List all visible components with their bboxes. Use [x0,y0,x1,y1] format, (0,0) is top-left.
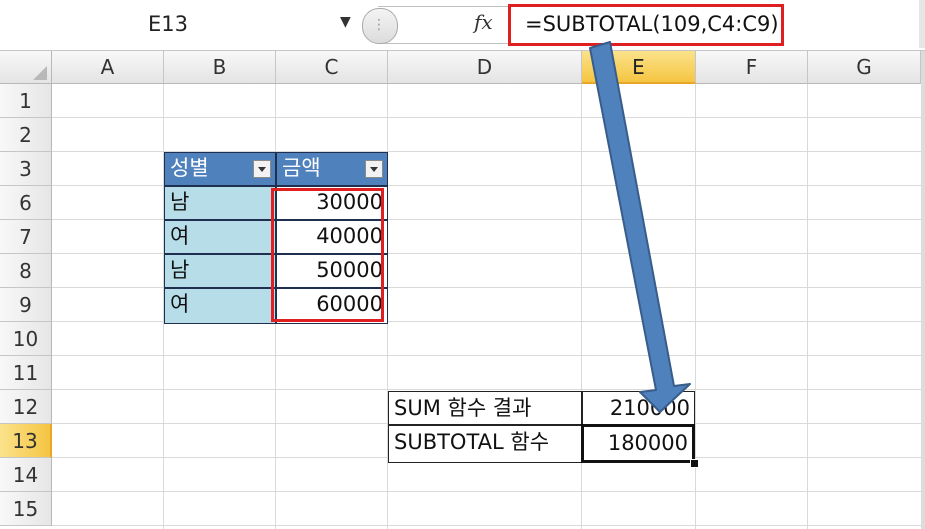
dots-icon: ⋮ [372,17,386,33]
amount-highlight-box [271,188,384,322]
row-header-3[interactable]: 3 [0,152,52,186]
row-header-7[interactable]: 7 [0,220,52,254]
row-header-10[interactable]: 10 [0,322,52,356]
gridline [52,389,921,390]
row-header-9[interactable]: 9 [0,288,52,322]
row-header-12[interactable]: 12 [0,390,52,424]
column-header-d[interactable]: D [388,51,582,84]
table-header-amount-label: 금액 [282,156,321,180]
filter-dropdown-icon[interactable] [253,160,271,178]
row-header-14[interactable]: 14 [0,458,52,492]
chevron-down-icon[interactable]: ▼ [340,14,351,30]
table-cell-gender[interactable]: 여 [164,288,276,324]
row-header-6[interactable]: 6 [0,186,52,220]
gridline [52,491,921,492]
gridline [807,84,808,529]
sum-value-cell[interactable]: 210000 [582,391,695,425]
name-box-value: E13 [148,12,188,36]
column-header-e[interactable]: E [582,51,696,84]
row-header-15[interactable]: 15 [0,492,52,526]
table-cell-gender[interactable]: 남 [164,186,276,220]
select-all-triangle-icon [33,66,47,80]
name-box[interactable]: E13 ▼ [0,0,360,48]
table-cell-gender[interactable]: 여 [164,220,276,254]
subtotal-value-cell-selected[interactable]: 180000 [581,424,695,463]
formula-bar: E13 ▼ ⋮ fx =SUBTOTAL(109,C4:C9) [0,0,925,51]
filter-dropdown-icon[interactable] [365,160,383,178]
column-header-b[interactable]: B [164,51,276,84]
table-header-amount[interactable]: 금액 [276,152,388,186]
vertical-scrollbar[interactable] [921,51,925,529]
arrow-shape [589,41,691,413]
column-header-a[interactable]: A [52,51,164,84]
column-header-f[interactable]: F [696,51,808,84]
formula-bar-edge [919,0,925,48]
formula-input[interactable]: =SUBTOTAL(109,C4:C9) [508,4,784,46]
formula-text: =SUBTOTAL(109,C4:C9) [525,12,779,36]
table-cell-gender[interactable]: 남 [164,254,276,288]
row-header-1[interactable]: 1 [0,84,52,118]
select-all-corner[interactable] [0,51,52,84]
table-header-gender[interactable]: 성별 [164,152,276,186]
column-header-g[interactable]: G [808,51,921,84]
expand-namebox-button[interactable]: ⋮ [362,8,398,44]
gridline [52,525,921,526]
fill-handle[interactable] [690,459,699,468]
table-header-gender-label: 성별 [170,156,209,180]
row-header-13[interactable]: 13 [0,424,52,458]
gridline [52,355,921,356]
column-header-c[interactable]: C [276,51,388,84]
row-header-8[interactable]: 8 [0,254,52,288]
insert-function-icon[interactable]: fx [474,10,493,34]
sum-label-cell[interactable]: SUM 함수 결과 [388,391,582,425]
row-header-2[interactable]: 2 [0,118,52,152]
row-header-11[interactable]: 11 [0,356,52,390]
subtotal-label-cell[interactable]: SUBTOTAL 함수 [388,425,582,463]
gridline [52,117,921,118]
